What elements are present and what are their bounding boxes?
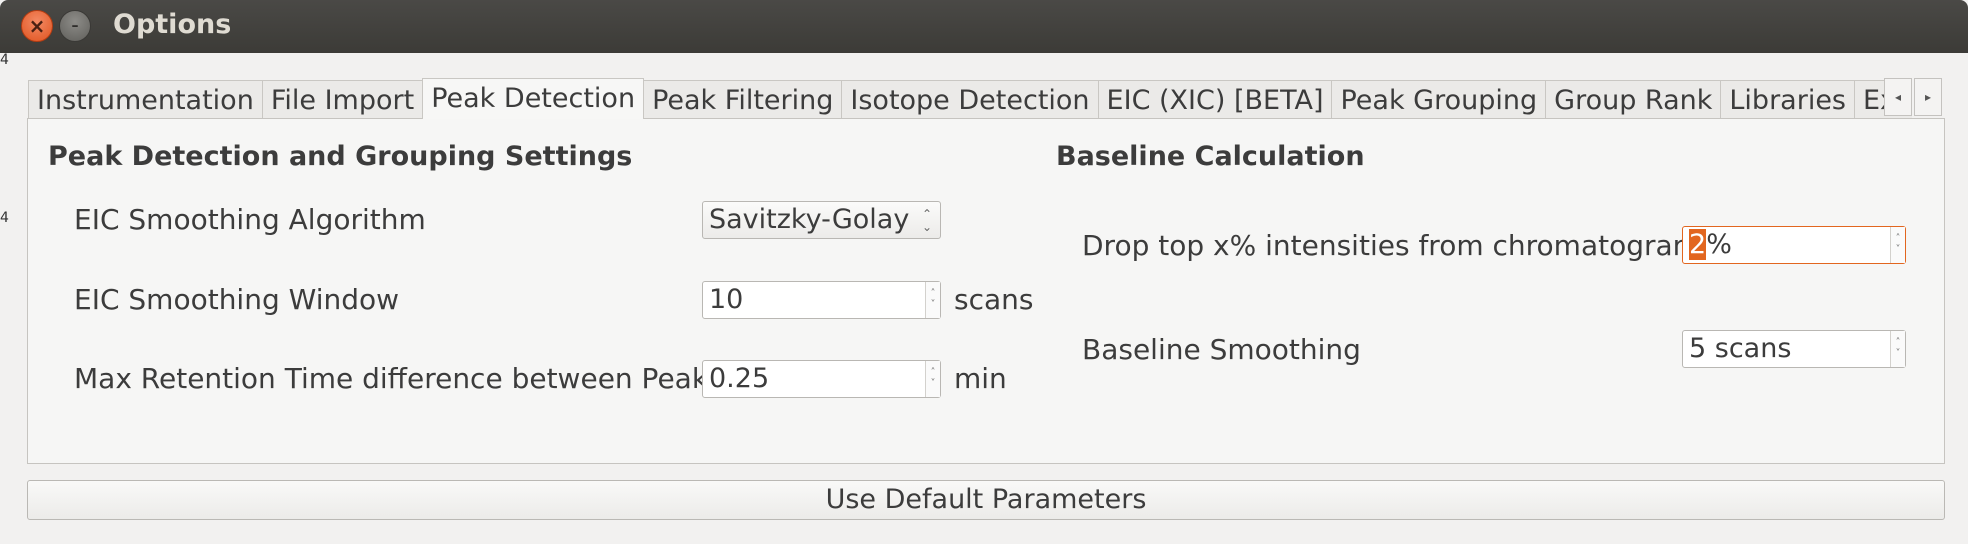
eic-smoothing-window-unit: scans: [954, 283, 1034, 316]
eic-smoothing-algorithm-select[interactable]: Savitzky-Golay ⌃ ⌄: [702, 201, 941, 239]
tab-libraries[interactable]: Libraries: [1720, 80, 1855, 119]
use-default-parameters-button[interactable]: Use Default Parameters: [27, 480, 1945, 520]
eic-smoothing-window-label: EIC Smoothing Window: [74, 283, 400, 316]
peak-detection-heading: Peak Detection and Grouping Settings: [48, 141, 633, 172]
drop-top-intensities-spinbox[interactable]: 2% ˄ ˅: [1682, 226, 1906, 264]
tab-instrumentation[interactable]: Instrumentation: [28, 80, 263, 119]
minimize-icon: –: [71, 18, 79, 34]
tab-peak-filtering[interactable]: Peak Filtering: [643, 80, 843, 119]
tab-group-rank[interactable]: Group Rank: [1545, 80, 1722, 119]
spin-arrows-icon[interactable]: ˄ ˅: [925, 361, 940, 397]
chevron-up-down-icon: ⌃ ⌄: [921, 207, 932, 234]
baseline-calculation-heading: Baseline Calculation: [1056, 141, 1365, 172]
tab-scroll-right-button[interactable]: ▸: [1914, 78, 1942, 116]
options-window: × – Options 4 4 Instrumentation File Imp…: [0, 0, 1968, 544]
eic-smoothing-window-value: 10: [709, 284, 744, 315]
edge-glyph: 4: [0, 210, 9, 226]
tab-scroll-left-button[interactable]: ◂: [1884, 78, 1912, 116]
tab-peak-grouping[interactable]: Peak Grouping: [1331, 80, 1547, 119]
drop-top-intensities-label: Drop top x% intensities from chromatogra…: [1082, 229, 1700, 262]
edge-glyph: 4: [0, 52, 9, 68]
tab-file-import[interactable]: File Import: [261, 80, 424, 119]
close-window-button[interactable]: ×: [21, 10, 53, 42]
chevron-right-icon: ▸: [1924, 90, 1932, 104]
spin-arrows-icon[interactable]: ˄ ˅: [1890, 227, 1905, 263]
eic-smoothing-algorithm-value: Savitzky-Golay: [709, 204, 910, 235]
tab-isotope-detection[interactable]: Isotope Detection: [841, 80, 1099, 119]
max-rt-difference-label: Max Retention Time difference between Pe…: [74, 362, 723, 395]
max-rt-difference-unit: min: [954, 362, 1007, 395]
drop-top-selected-value: 2: [1689, 229, 1707, 260]
spin-arrows-icon[interactable]: ˄ ˅: [925, 282, 940, 318]
baseline-smoothing-value: 5 scans: [1689, 333, 1792, 364]
window-title: Options: [113, 9, 232, 40]
minimize-window-button[interactable]: –: [59, 10, 91, 42]
chevron-left-icon: ◂: [1894, 90, 1902, 104]
bottom-edge: [0, 539, 1968, 544]
tab-bar: Instrumentation File Import Peak Detecti…: [28, 78, 1912, 119]
eic-smoothing-window-spinbox[interactable]: 10 ˄ ˅: [702, 281, 941, 319]
title-bar: × – Options: [0, 0, 1968, 53]
spin-arrows-icon[interactable]: ˄ ˅: [1890, 331, 1905, 367]
max-rt-difference-spinbox[interactable]: 0.25 ˄ ˅: [702, 360, 941, 398]
baseline-smoothing-label: Baseline Smoothing: [1082, 333, 1361, 366]
tab-eic-xic[interactable]: EIC (XIC) [BETA]: [1097, 80, 1333, 119]
max-rt-difference-value: 0.25: [709, 363, 770, 394]
tab-peak-detection[interactable]: Peak Detection: [422, 78, 645, 119]
close-icon: ×: [28, 14, 46, 38]
drop-top-suffix: %: [1706, 229, 1732, 260]
peak-detection-panel: Peak Detection and Grouping Settings EIC…: [27, 118, 1945, 464]
eic-smoothing-algorithm-label: EIC Smoothing Algorithm: [74, 203, 426, 236]
baseline-smoothing-spinbox[interactable]: 5 scans ˄ ˅: [1682, 330, 1906, 368]
